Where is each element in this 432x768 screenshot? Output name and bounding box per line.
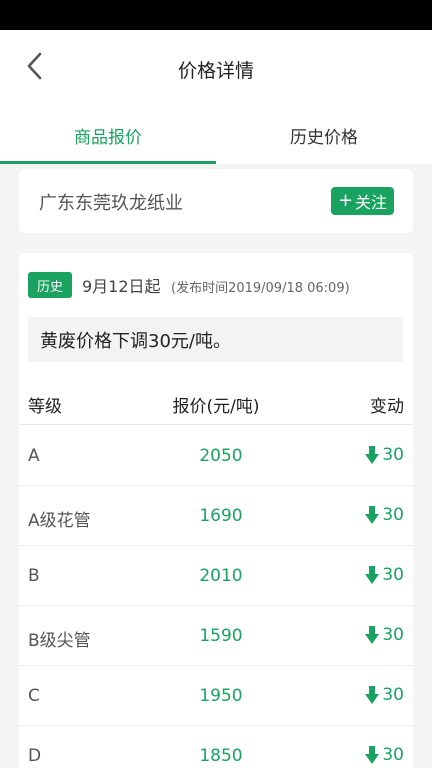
tab-quotes[interactable]: 商品报价 xyxy=(0,106,216,164)
plus-icon: + xyxy=(337,190,354,211)
table-header: 等级 报价(元/吨) 变动 xyxy=(19,379,413,425)
table-row: D 1850 30 xyxy=(19,726,413,768)
row-price: 1690 xyxy=(199,506,243,526)
table-row: C 1950 30 xyxy=(19,666,413,726)
arrow-down-icon xyxy=(365,446,380,464)
row-price: 2050 xyxy=(199,446,243,466)
table-row: A级花管 1690 30 xyxy=(19,486,413,546)
row-change-value: 30 xyxy=(382,445,404,465)
row-change: 30 xyxy=(365,565,404,585)
row-change: 30 xyxy=(365,685,404,705)
tab-history-label: 历史价格 xyxy=(290,127,358,148)
price-notice: 黄废价格下调30元/吨。 xyxy=(28,317,403,362)
table-row: A 2050 30 xyxy=(19,426,413,486)
price-notice-text: 黄废价格下调30元/吨。 xyxy=(40,330,231,352)
row-price: 1850 xyxy=(199,746,243,766)
table-row: B级尖管 1590 30 xyxy=(19,606,413,666)
row-change-value: 30 xyxy=(382,565,404,585)
status-bar xyxy=(0,0,432,30)
row-price: 2010 xyxy=(199,566,243,586)
company-name: 广东东莞玖龙纸业 xyxy=(39,193,183,214)
row-change-value: 30 xyxy=(382,625,404,645)
arrow-down-icon xyxy=(365,746,380,764)
row-change: 30 xyxy=(365,745,404,765)
follow-label: 关注 xyxy=(355,193,388,212)
header-change: 变动 xyxy=(370,397,404,417)
row-change: 30 xyxy=(365,445,404,465)
tab-active-indicator xyxy=(0,161,216,164)
arrow-down-icon xyxy=(365,626,380,644)
row-change-value: 30 xyxy=(382,685,404,705)
row-change-value: 30 xyxy=(382,745,404,765)
row-price: 1590 xyxy=(199,626,243,646)
row-change: 30 xyxy=(365,505,404,525)
price-detail-card: 历史 9月12日起 (发布时间2019/09/18 06:09) 黄废价格下调3… xyxy=(19,253,413,768)
row-change-value: 30 xyxy=(382,505,404,525)
arrow-down-icon xyxy=(365,566,380,584)
arrow-down-icon xyxy=(365,506,380,524)
row-change: 30 xyxy=(365,625,404,645)
page-title: 价格详情 xyxy=(177,60,254,82)
history-badge: 历史 xyxy=(28,272,72,298)
table-row: B 2010 30 xyxy=(19,546,413,606)
header-price: 报价(元/吨) xyxy=(172,397,260,417)
follow-button[interactable]: + 关注 xyxy=(331,187,394,215)
company-card: 广东东莞玖龙纸业 + 关注 xyxy=(19,169,413,233)
row-price: 1950 xyxy=(199,686,243,706)
arrow-down-icon xyxy=(365,686,380,704)
tab-history[interactable]: 历史价格 xyxy=(216,106,432,164)
tab-bar: 商品报价 历史价格 xyxy=(0,106,432,164)
nav-bar: 价格详情 xyxy=(0,30,432,106)
start-date: 9月12日起 xyxy=(82,277,161,296)
publish-time: (发布时间2019/09/18 06:09) xyxy=(171,281,350,296)
tab-quotes-label: 商品报价 xyxy=(74,127,142,148)
